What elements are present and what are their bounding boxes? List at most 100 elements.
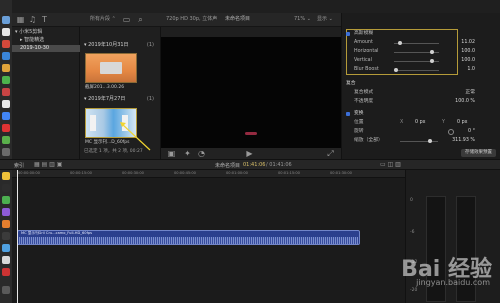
video-frame-glow <box>245 132 257 135</box>
watermark-url: jingyan.baidu.com <box>416 278 490 287</box>
rotation-row: 旋转 0 ° <box>342 128 500 136</box>
transform-header[interactable]: 变换 <box>342 110 500 118</box>
app-icon[interactable] <box>2 88 10 96</box>
rotation-value[interactable]: 0 ° <box>468 128 475 136</box>
app-icon[interactable] <box>2 136 10 144</box>
playhead[interactable] <box>17 170 18 303</box>
speed-icon[interactable]: ◔ <box>197 149 206 158</box>
slider-knob[interactable] <box>398 41 402 45</box>
blend-mode-dropdown[interactable]: 正常 <box>465 89 475 97</box>
app-icon[interactable] <box>2 268 10 276</box>
scale-row: 缩放（全部） 311.93 % <box>342 137 500 145</box>
app-icon[interactable] <box>2 196 10 204</box>
date-group-count: (1) <box>146 42 154 48</box>
app-icon[interactable] <box>2 148 10 156</box>
clip-filmstrip <box>19 237 358 244</box>
app-icon[interactable] <box>2 40 10 48</box>
transform-icon[interactable]: ▣ <box>167 149 176 158</box>
save-effects-preset-button[interactable]: 存储效果预置 <box>461 149 496 157</box>
param-value[interactable]: 11.02 <box>461 39 475 47</box>
tool-icons[interactable]: ▦ ▤ ▥ ▣ <box>34 161 62 168</box>
timeline-ruler[interactable]: 00:00:00:00 00:00:15:00 00:00:30:00 00:0… <box>12 170 405 178</box>
opacity-label: 不透明度 <box>354 99 374 104</box>
ruler-label: 00:00:45:00 <box>174 171 196 175</box>
app-icon[interactable] <box>2 232 10 240</box>
param-value[interactable]: 100.0 <box>461 48 475 56</box>
sidebar-item-label: 2019-10-30 <box>20 45 50 51</box>
opacity-value[interactable]: 100.0 % <box>455 98 475 106</box>
app-icon[interactable] <box>2 100 10 108</box>
param-value[interactable]: 100.0 <box>461 57 475 65</box>
slider-knob[interactable] <box>428 139 432 143</box>
clip-name: MC 显示刊...D_60fps <box>85 140 130 145</box>
inspector: 高斯模糊 Amount 11.02 Horizontal 100.0 Verti… <box>341 13 500 159</box>
app-icon[interactable] <box>2 184 10 192</box>
param-slider[interactable] <box>394 41 439 45</box>
trash-icon[interactable] <box>2 286 10 294</box>
titles-icon[interactable]: T <box>40 15 49 24</box>
composite-header[interactable]: 复合 <box>342 80 500 88</box>
scale-value[interactable]: 311.93 % <box>452 137 475 145</box>
libraries-icon[interactable]: ▦ <box>16 15 25 24</box>
param-row-blur-boost: Blur Boost 1.0 <box>342 66 500 74</box>
app-icon[interactable] <box>2 64 10 72</box>
sidebar-item-smart-collections[interactable]: ▸ 智能精选 <box>20 37 44 44</box>
transform-enable-checkbox[interactable] <box>346 112 350 116</box>
meter-scale-label: -6 <box>410 230 415 235</box>
app-icon[interactable] <box>2 124 10 132</box>
app-icon[interactable] <box>2 256 10 264</box>
app-icon[interactable] <box>2 208 10 216</box>
viewer-screen[interactable] <box>161 37 341 159</box>
param-value[interactable]: 1.0 <box>467 66 475 74</box>
search-icon[interactable]: ⌕ <box>136 15 145 24</box>
enhance-icon[interactable]: ✦ <box>183 149 192 158</box>
filmstrip-icon[interactable]: ▭ <box>122 15 131 24</box>
date-group-header[interactable]: ▾ 2019年10月31日 <box>84 42 129 49</box>
effect-header[interactable]: 高斯模糊 <box>342 30 500 38</box>
event-browser: ▾ 2019年10月31日 (1) 截屏201...3.00.26 ▾ 2019… <box>80 27 161 159</box>
param-label: Horizontal <box>354 49 379 54</box>
timeline-clip[interactable]: MC 显示刊Gril Cru...camo_Full-HD_60fps <box>17 230 360 245</box>
scale-slider[interactable] <box>400 139 438 143</box>
fullscreen-icon[interactable]: ⤢ <box>326 149 335 158</box>
safari-icon[interactable] <box>2 52 10 60</box>
position-y-value[interactable]: 0 px <box>457 119 467 127</box>
scale-label: 缩放（全部） <box>354 138 383 143</box>
clip-filter-dropdown[interactable]: 所有片段 ⌃ <box>90 15 116 24</box>
photos-icon[interactable]: ♫ <box>28 15 37 24</box>
launchpad-icon[interactable] <box>2 28 10 36</box>
rotation-label: 旋转 <box>354 129 364 134</box>
finder-icon[interactable] <box>2 16 10 24</box>
app-icon[interactable] <box>2 244 10 252</box>
date-group-header[interactable]: ▾ 2019年7月27日 <box>84 96 125 103</box>
sidebar-item-event[interactable]: 2019-10-30 <box>12 45 80 52</box>
chrome-icon[interactable] <box>2 112 10 120</box>
library-title[interactable]: ▾ 小米5剪辑 <box>15 29 42 36</box>
slider-knob[interactable] <box>430 50 434 54</box>
app-icon[interactable] <box>2 172 10 180</box>
app-icon[interactable] <box>2 220 10 228</box>
index-button[interactable]: 索引 <box>14 162 24 169</box>
position-row: 位置 X 0 px Y 0 px <box>342 119 500 127</box>
ruler-label: 00:00:30:00 <box>122 171 144 175</box>
ruler-label: 00:01:00:00 <box>226 171 248 175</box>
slider-knob[interactable] <box>394 68 398 72</box>
play-button[interactable]: ▶ <box>245 149 254 158</box>
param-slider[interactable] <box>394 68 439 72</box>
position-y-label: Y <box>442 120 445 125</box>
param-slider[interactable] <box>394 59 439 63</box>
timeline-view-icons[interactable]: ▭ ◫ ▥ <box>380 161 401 168</box>
param-row-horizontal: Horizontal 100.0 <box>342 48 500 56</box>
opacity-row: 不透明度 100.0 % <box>342 98 500 106</box>
param-label: Amount <box>354 40 373 45</box>
rotation-dial[interactable] <box>448 129 454 135</box>
position-x-label: X <box>400 120 404 125</box>
figure-image <box>90 115 96 131</box>
clip-thumbnail[interactable] <box>85 53 137 83</box>
app-icon[interactable] <box>2 76 10 84</box>
position-x-value[interactable]: 0 px <box>415 119 425 127</box>
meter-scale-label: -20 <box>410 288 418 293</box>
effect-enable-checkbox[interactable] <box>346 32 350 36</box>
param-slider[interactable] <box>394 50 439 54</box>
slider-knob[interactable] <box>430 59 434 63</box>
